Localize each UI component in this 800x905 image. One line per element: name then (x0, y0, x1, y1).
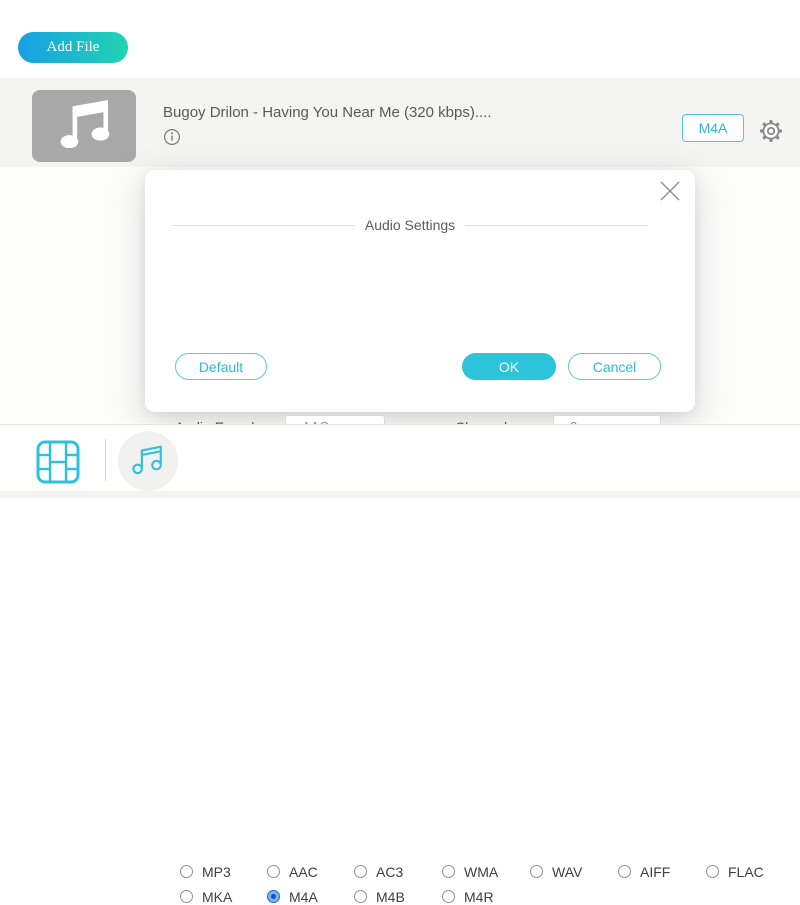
format-radio-wav[interactable]: WAV (530, 863, 582, 880)
radio-icon-selected (267, 890, 280, 903)
format-label: M4R (464, 889, 494, 905)
format-radio-m4b[interactable]: M4B (354, 888, 405, 905)
file-format-badge[interactable]: M4A (682, 114, 744, 142)
format-radio-m4a[interactable]: M4A (267, 888, 318, 905)
radio-icon (618, 865, 631, 878)
default-button[interactable]: Default (175, 353, 267, 380)
divider (105, 439, 106, 481)
file-title: Bugoy Drilon - Having You Near Me (320 k… (163, 104, 492, 121)
radio-icon (354, 865, 367, 878)
bottom-strip (0, 491, 800, 498)
format-label: FLAC (728, 864, 764, 880)
format-label: M4A (289, 889, 318, 905)
radio-icon (442, 865, 455, 878)
format-label: M4B (376, 889, 405, 905)
dialog-title-row: Audio Settings (172, 217, 648, 233)
format-label: WAV (552, 864, 582, 880)
format-label: MKA (202, 889, 232, 905)
format-label: AIFF (640, 864, 670, 880)
music-note-outline-icon (129, 442, 167, 481)
radio-icon (354, 890, 367, 903)
cancel-button[interactable]: Cancel (568, 353, 661, 380)
format-label: AC3 (376, 864, 403, 880)
dialog-title: Audio Settings (355, 217, 465, 233)
radio-icon (180, 890, 193, 903)
radio-icon (706, 865, 719, 878)
format-label: MP3 (202, 864, 231, 880)
add-file-button[interactable]: Add File (18, 32, 128, 63)
format-bar: MP3 AAC AC3 WMA WAV AIFF FLAC MKA (0, 424, 800, 492)
format-radio-mka[interactable]: MKA (180, 888, 232, 905)
divider (172, 225, 355, 226)
close-icon[interactable] (657, 178, 683, 204)
app-window: Add File Bugoy Drilon - Having You Near … (0, 0, 800, 498)
gear-icon[interactable] (759, 119, 783, 143)
format-radio-aiff[interactable]: AIFF (618, 863, 670, 880)
format-radio-m4r[interactable]: M4R (442, 888, 494, 905)
format-label: AAC (289, 864, 318, 880)
film-strip-icon[interactable] (36, 440, 80, 484)
format-radio-flac[interactable]: FLAC (706, 863, 764, 880)
radio-icon (267, 865, 280, 878)
radio-icon (442, 890, 455, 903)
ok-button[interactable]: OK (462, 353, 556, 380)
format-radio-aac[interactable]: AAC (267, 863, 318, 880)
format-label: WMA (464, 864, 498, 880)
radio-icon (180, 865, 193, 878)
format-radio-mp3[interactable]: MP3 (180, 863, 231, 880)
file-thumbnail (32, 90, 136, 162)
file-list-row: Bugoy Drilon - Having You Near Me (320 k… (0, 78, 800, 167)
format-radio-ac3[interactable]: AC3 (354, 863, 403, 880)
music-note-icon (51, 100, 117, 153)
divider (465, 225, 648, 226)
audio-settings-dialog: Audio Settings Audio Encoder: AAC Channe… (145, 170, 695, 412)
audio-tab[interactable] (118, 431, 178, 491)
radio-icon (530, 865, 543, 878)
info-icon[interactable] (163, 128, 181, 146)
format-radio-wma[interactable]: WMA (442, 863, 498, 880)
